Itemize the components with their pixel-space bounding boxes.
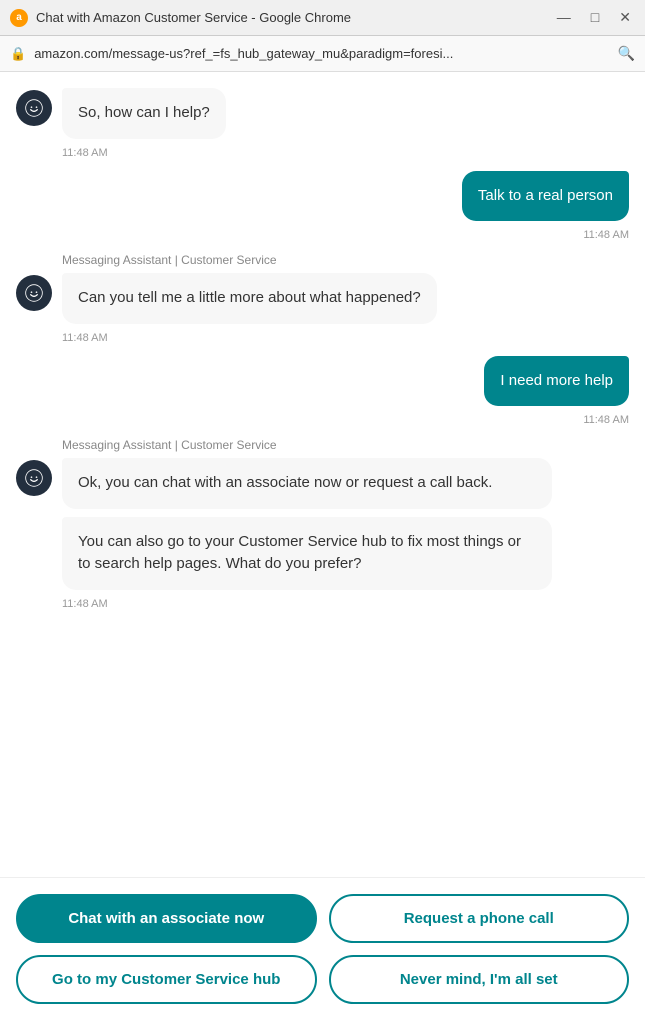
minimize-button[interactable]: — bbox=[553, 9, 575, 26]
bot-bubble: Can you tell me a little more about what… bbox=[62, 273, 437, 324]
message-row: Ok, you can chat with an associate now o… bbox=[16, 458, 629, 590]
message-row: Talk to a real person bbox=[16, 171, 629, 222]
address-bar: 🔒 amazon.com/message-us?ref_=fs_hub_gate… bbox=[0, 36, 645, 72]
url-display[interactable]: amazon.com/message-us?ref_=fs_hub_gatewa… bbox=[34, 46, 609, 61]
bot-bubble: Ok, you can chat with an associate now o… bbox=[62, 458, 552, 509]
message-row: I need more help bbox=[16, 356, 629, 407]
chat-now-button[interactable]: Chat with an associate now bbox=[16, 894, 317, 943]
bot-bubble-group: Ok, you can chat with an associate now o… bbox=[62, 458, 552, 590]
cs-hub-button[interactable]: Go to my Customer Service hub bbox=[16, 955, 317, 1004]
action-area: Chat with an associate now Request a pho… bbox=[0, 877, 645, 1024]
avatar-smile-icon bbox=[24, 98, 44, 118]
app-icon: a bbox=[10, 9, 28, 27]
message-row: Can you tell me a little more about what… bbox=[16, 273, 629, 324]
avatar-smile-icon bbox=[24, 468, 44, 488]
bot-avatar bbox=[16, 90, 52, 126]
assistant-label: Messaging Assistant | Customer Service bbox=[62, 438, 629, 452]
bot-bubble: So, how can I help? bbox=[62, 88, 226, 139]
timestamp: 11:48 AM bbox=[16, 414, 629, 426]
message-row: So, how can I help? bbox=[16, 88, 629, 139]
chat-area: So, how can I help? 11:48 AM Talk to a r… bbox=[0, 72, 645, 877]
action-row-2: Go to my Customer Service hub Never mind… bbox=[16, 955, 629, 1004]
user-bubble: I need more help bbox=[484, 356, 629, 407]
timestamp: 11:48 AM bbox=[62, 147, 629, 159]
avatar-smile-icon bbox=[24, 283, 44, 303]
search-icon[interactable]: 🔍 bbox=[618, 45, 635, 62]
maximize-button[interactable]: □ bbox=[587, 9, 603, 26]
action-row-1: Chat with an associate now Request a pho… bbox=[16, 894, 629, 943]
timestamp: 11:48 AM bbox=[62, 332, 629, 344]
title-bar: a Chat with Amazon Customer Service - Go… bbox=[0, 0, 645, 36]
assistant-label: Messaging Assistant | Customer Service bbox=[62, 253, 629, 267]
bot-bubble: You can also go to your Customer Service… bbox=[62, 517, 552, 590]
user-bubble: Talk to a real person bbox=[462, 171, 629, 222]
lock-icon: 🔒 bbox=[10, 46, 26, 62]
bot-avatar bbox=[16, 275, 52, 311]
nevermind-button[interactable]: Never mind, I'm all set bbox=[329, 955, 630, 1004]
bot-avatar bbox=[16, 460, 52, 496]
window-controls: — □ ✕ bbox=[553, 9, 635, 26]
phone-call-button[interactable]: Request a phone call bbox=[329, 894, 630, 943]
timestamp: 11:48 AM bbox=[16, 229, 629, 241]
close-button[interactable]: ✕ bbox=[615, 9, 635, 26]
window-title: Chat with Amazon Customer Service - Goog… bbox=[36, 10, 553, 25]
timestamp: 11:48 AM bbox=[62, 598, 629, 610]
